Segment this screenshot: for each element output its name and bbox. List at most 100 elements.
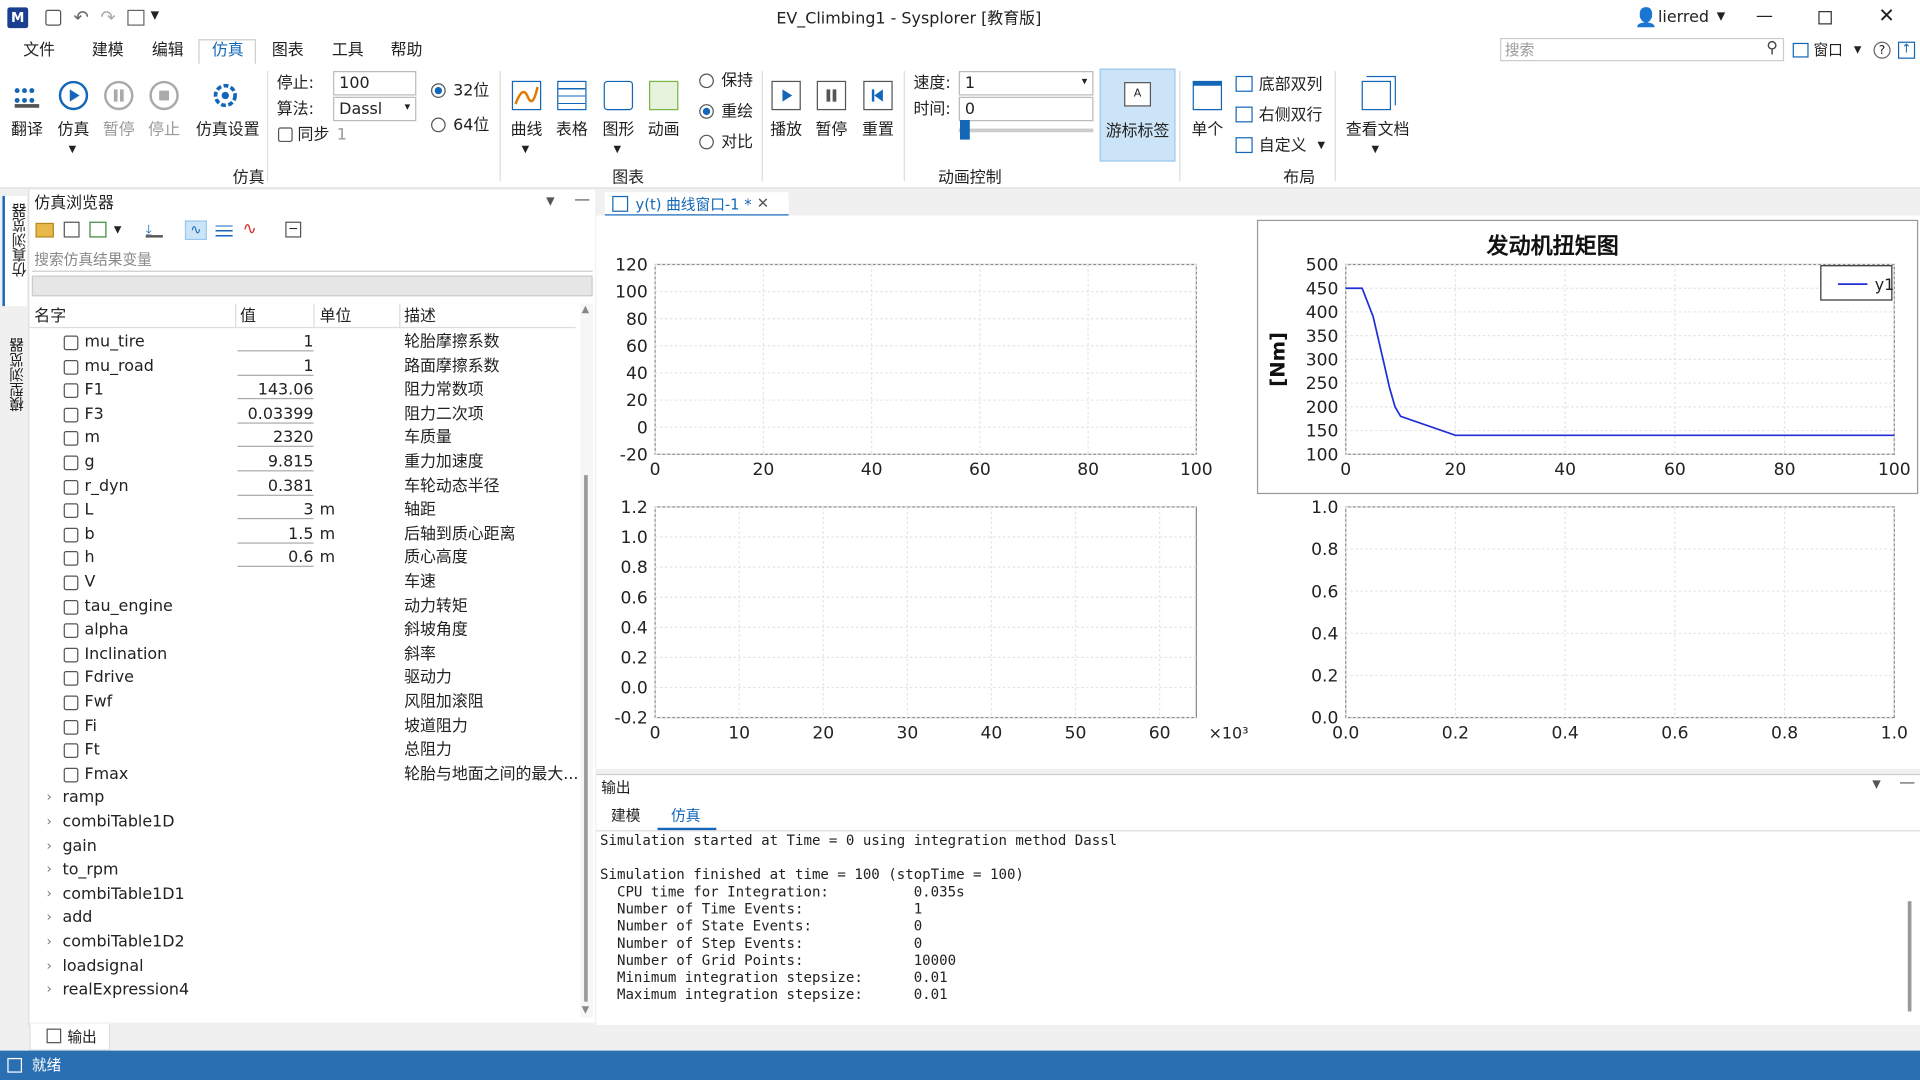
- simulate-button[interactable]: 仿真: [58, 122, 90, 138]
- variable-value[interactable]: 1: [237, 358, 314, 376]
- list-filter-icon[interactable]: [215, 221, 233, 238]
- scroll-thumb[interactable]: [584, 475, 588, 1002]
- variable-row[interactable]: r_dyn 0.381 车轮动态半径: [29, 475, 592, 499]
- variable-checkbox[interactable]: [63, 719, 79, 735]
- table-button[interactable]: 表格: [556, 122, 588, 138]
- scroll-up-icon[interactable]: ▲: [582, 304, 590, 315]
- restore-button[interactable]: [1818, 11, 1832, 25]
- variable-checkbox[interactable]: [63, 671, 79, 687]
- plot-tab-close-icon[interactable]: ✕: [757, 196, 769, 211]
- variable-checkbox[interactable]: [63, 575, 79, 591]
- expand-arrow-icon[interactable]: ›: [47, 814, 52, 827]
- variable-row[interactable]: Fwf 风阻加滚阻: [29, 691, 592, 715]
- browser-menu-icon[interactable]: ▼: [546, 197, 554, 208]
- variable-row[interactable]: Fdrive 驱动力: [29, 667, 592, 691]
- table-icon[interactable]: [557, 80, 587, 111]
- save-icon[interactable]: [45, 9, 62, 26]
- variable-checkbox[interactable]: [63, 695, 79, 711]
- redraw-radio[interactable]: [699, 104, 714, 119]
- custom-layout-icon[interactable]: [1235, 137, 1253, 154]
- variable-checkbox[interactable]: [63, 647, 79, 663]
- variable-row[interactable]: h 0.6 m 质心高度: [29, 547, 592, 571]
- bottom-two-col-button[interactable]: 底部双列: [1259, 77, 1323, 93]
- variable-checkbox[interactable]: [63, 383, 79, 399]
- curve-button[interactable]: 曲线: [511, 122, 543, 138]
- variable-row[interactable]: alpha 斜坡角度: [29, 619, 592, 643]
- translate-icon[interactable]: [12, 81, 41, 110]
- bottom-two-col-icon[interactable]: [1235, 75, 1253, 92]
- menu-help[interactable]: 帮助: [391, 43, 423, 59]
- expand-arrow-icon[interactable]: ›: [47, 838, 52, 851]
- plot-canvas[interactable]: 0 20 40 60 80 100120100806040200-200 20 40 60 80 1…: [596, 216, 1920, 769]
- right-two-row-icon[interactable]: [1235, 106, 1253, 123]
- variable-checkbox[interactable]: [63, 551, 79, 567]
- component-row[interactable]: › to_rpm: [29, 859, 592, 883]
- view-docs-icon[interactable]: [1361, 80, 1392, 111]
- variable-row[interactable]: b 1.5 m 后轴到质心距离: [29, 523, 592, 547]
- scroll-down-icon[interactable]: ▼: [582, 1005, 590, 1015]
- output-menu-icon[interactable]: ▼: [1872, 779, 1880, 791]
- menu-edit[interactable]: 编辑: [152, 43, 184, 59]
- component-row[interactable]: › combiTable1D1: [29, 883, 592, 907]
- curve-mode-icon[interactable]: ∿: [184, 220, 207, 241]
- variable-row[interactable]: Fmax 轮胎与地面之间的最大...: [29, 763, 592, 787]
- filter-bar[interactable]: [31, 275, 593, 297]
- play-button[interactable]: 播放: [770, 122, 802, 138]
- sync-checkbox[interactable]: [277, 127, 293, 143]
- variable-checkbox[interactable]: [63, 335, 79, 351]
- sim-settings-icon[interactable]: [211, 81, 240, 110]
- custom-layout-dropdown-icon[interactable]: ▼: [1318, 140, 1326, 151]
- curve-red-icon[interactable]: ∿: [242, 220, 256, 237]
- speed-select[interactable]: 1 ▾: [958, 71, 1094, 96]
- simulate-dropdown-icon[interactable]: ▼: [69, 144, 77, 154]
- curve-dropdown-icon[interactable]: ▼: [522, 144, 530, 154]
- time-slider-handle[interactable]: [960, 120, 970, 140]
- menu-chart[interactable]: 图表: [272, 43, 304, 59]
- curve-icon[interactable]: [511, 80, 542, 111]
- stop-icon[interactable]: [149, 80, 179, 111]
- view-docs-dropdown-icon[interactable]: ▼: [1371, 144, 1379, 154]
- variable-row[interactable]: L 3 m 轴距: [29, 499, 592, 523]
- expand-arrow-icon[interactable]: ›: [47, 910, 52, 923]
- variable-row[interactable]: V 车速: [29, 571, 592, 595]
- graphic-icon[interactable]: [603, 80, 634, 111]
- expand-arrow-icon[interactable]: ›: [47, 886, 52, 899]
- bit32-radio[interactable]: [431, 83, 446, 98]
- stop-time-input[interactable]: 100: [333, 71, 417, 96]
- expand-arrow-icon[interactable]: ›: [47, 982, 52, 995]
- single-layout-icon[interactable]: [1192, 80, 1223, 111]
- variable-value[interactable]: 0.6: [237, 550, 314, 568]
- variable-row[interactable]: Fi 坡道阻力: [29, 715, 592, 739]
- export-dropdown-icon[interactable]: ▼: [114, 225, 122, 235]
- pause-button[interactable]: 暂停: [103, 122, 135, 138]
- graphic-button[interactable]: 图形: [602, 122, 634, 138]
- component-row[interactable]: › ramp: [29, 787, 592, 811]
- variable-value[interactable]: 0.03399: [237, 406, 314, 424]
- variable-value[interactable]: 0.381: [237, 478, 314, 496]
- col-desc[interactable]: 描述: [404, 309, 436, 325]
- variable-value[interactable]: 3: [237, 502, 314, 520]
- translate-button[interactable]: 翻译: [11, 122, 43, 138]
- menu-file[interactable]: 文件: [23, 43, 55, 59]
- graphic-dropdown-icon[interactable]: ▼: [613, 144, 621, 154]
- window-menu[interactable]: 窗口: [1813, 43, 1842, 58]
- view-docs-button[interactable]: 查看文档: [1346, 122, 1410, 138]
- user-name[interactable]: lierred: [1658, 10, 1709, 26]
- anim-pause-icon[interactable]: [816, 80, 847, 111]
- variable-search-input[interactable]: 搜索仿真结果变量: [31, 247, 593, 272]
- variable-checkbox[interactable]: [63, 527, 79, 543]
- component-row[interactable]: › add: [29, 907, 592, 931]
- play-icon[interactable]: [771, 80, 801, 111]
- import-icon[interactable]: ⤓: [145, 222, 163, 238]
- variable-checkbox[interactable]: [63, 407, 79, 423]
- stop-button[interactable]: 停止: [148, 122, 180, 138]
- variable-row[interactable]: F3 0.03399 阻力二次项: [29, 403, 592, 427]
- variable-checkbox[interactable]: [63, 431, 79, 447]
- variable-row[interactable]: g 9.815 重力加速度: [29, 451, 592, 475]
- variable-checkbox[interactable]: [63, 767, 79, 783]
- update-icon[interactable]: ↑: [1897, 41, 1916, 59]
- help-icon[interactable]: ?: [1873, 41, 1891, 59]
- variable-checkbox[interactable]: [63, 479, 79, 495]
- expand-arrow-icon[interactable]: ›: [47, 934, 52, 947]
- col-name[interactable]: 名字: [34, 309, 66, 325]
